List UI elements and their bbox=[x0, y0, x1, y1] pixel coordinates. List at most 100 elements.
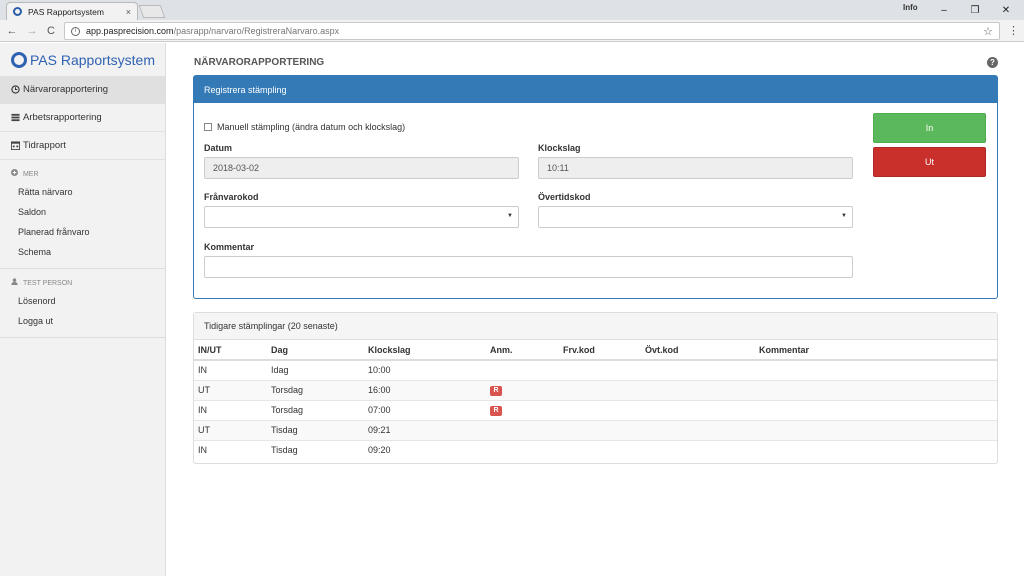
sidebar-item-planerad-franvaro[interactable]: Planerad frånvaro bbox=[0, 222, 165, 242]
cell-absence bbox=[559, 439, 641, 460]
cell-absence bbox=[559, 419, 641, 440]
history-panel: Tidigare stämplingar (20 senaste) IN/UT … bbox=[193, 312, 998, 464]
brand-name: PAS Rapportsystem bbox=[30, 51, 156, 68]
window-user-label[interactable]: Info bbox=[903, 3, 918, 12]
absence-code-select[interactable]: ▼ bbox=[204, 206, 519, 228]
section-label: TEST PERSON bbox=[22, 280, 73, 287]
cell-day: Torsdag bbox=[267, 379, 364, 400]
date-field[interactable]: 2018-03-02 bbox=[204, 157, 519, 179]
restore-button[interactable]: ❐ bbox=[960, 0, 990, 20]
address-bar[interactable]: i app.pasprecision.com/pasrapp/narvaro/R… bbox=[64, 22, 1000, 40]
window-close-button[interactable]: ✕ bbox=[991, 0, 1021, 20]
sidebar-item-label: Tidrapport bbox=[23, 140, 66, 151]
cell-day: Idag bbox=[267, 359, 364, 380]
browser-menu-icon[interactable]: ⋮ bbox=[1008, 24, 1019, 37]
clock-icon bbox=[11, 85, 20, 94]
out-button[interactable]: Ut bbox=[873, 147, 986, 177]
date-label: Datum bbox=[204, 143, 233, 153]
section-label: MER bbox=[22, 171, 39, 178]
sidebar-item-arbetsrapportering[interactable]: Arbetsrapportering bbox=[0, 104, 165, 132]
cell-day: Tisdag bbox=[267, 439, 364, 460]
note-badge: R bbox=[490, 386, 502, 396]
panel-title: Registrera stämpling bbox=[194, 76, 997, 103]
comment-input[interactable] bbox=[204, 256, 853, 278]
absence-code-label: Frånvarokod bbox=[204, 192, 259, 202]
minimize-button[interactable]: – bbox=[929, 0, 959, 20]
chevron-down-icon: ▼ bbox=[507, 213, 513, 219]
brand-logo[interactable]: PAS Rapportsystem bbox=[0, 43, 165, 76]
cell-note: R bbox=[486, 399, 559, 420]
time-label: Klockslag bbox=[538, 143, 581, 153]
cell-comment bbox=[755, 419, 997, 440]
cell-note: R bbox=[486, 379, 559, 400]
back-button[interactable]: ← bbox=[4, 23, 20, 39]
history-table: IN/UT Dag Klockslag Anm. Frv.kod Övt.kod… bbox=[194, 340, 997, 460]
site-favicon-icon bbox=[13, 7, 22, 16]
tab-title: PAS Rapportsystem bbox=[28, 6, 104, 17]
browser-tab[interactable]: PAS Rapportsystem × bbox=[6, 2, 138, 20]
manual-stamp-checkbox[interactable] bbox=[204, 123, 212, 131]
sidebar-item-narvarorapportering[interactable]: Närvarorapportering bbox=[0, 76, 165, 104]
sidebar-item-tidrapport[interactable]: Tidrapport bbox=[0, 132, 165, 160]
user-icon bbox=[11, 278, 20, 287]
cell-overtime bbox=[641, 379, 755, 400]
plus-circle-icon bbox=[11, 169, 20, 178]
cell-overtime bbox=[641, 419, 755, 440]
help-icon[interactable]: ? bbox=[987, 57, 998, 68]
cell-day: Tisdag bbox=[267, 419, 364, 440]
browser-tab-bar: PAS Rapportsystem × Info – ❐ ✕ bbox=[0, 0, 1024, 20]
cell-note bbox=[486, 359, 559, 380]
cell-comment bbox=[755, 399, 997, 420]
cell-overtime bbox=[641, 359, 755, 380]
cell-note bbox=[486, 419, 559, 440]
cell-time: 16:00 bbox=[364, 379, 486, 400]
table-row: IN Tisdag 09:20 bbox=[194, 439, 997, 460]
sidebar-item-saldon[interactable]: Saldon bbox=[0, 202, 165, 222]
sidebar-item-schema[interactable]: Schema bbox=[0, 242, 165, 262]
url-path: /pasrapp/narvaro/RegistreraNarvaro.aspx bbox=[173, 26, 340, 36]
new-tab-button[interactable] bbox=[138, 5, 166, 18]
cell-day: Torsdag bbox=[267, 399, 364, 420]
sidebar-item-label: Arbetsrapportering bbox=[23, 112, 102, 123]
sidebar-item-logga-ut[interactable]: Logga ut bbox=[0, 311, 165, 331]
cell-absence bbox=[559, 379, 641, 400]
cell-inout: IN bbox=[194, 439, 267, 460]
column-header: IN/UT bbox=[194, 340, 267, 361]
sidebar-item-ratta-narvaro[interactable]: Rätta närvaro bbox=[0, 182, 165, 202]
cell-overtime bbox=[641, 439, 755, 460]
cell-time: 09:20 bbox=[364, 439, 486, 460]
table-row: UT Tisdag 09:21 bbox=[194, 419, 997, 440]
in-button[interactable]: In bbox=[873, 113, 986, 143]
sidebar: PAS Rapportsystem Närvarorapportering Ar… bbox=[0, 43, 166, 576]
cell-time: 09:21 bbox=[364, 419, 486, 440]
column-header: Frv.kod bbox=[559, 340, 641, 361]
cell-time: 07:00 bbox=[364, 399, 486, 420]
list-icon bbox=[11, 113, 20, 122]
forward-button[interactable]: → bbox=[24, 23, 40, 39]
comment-label: Kommentar bbox=[204, 242, 255, 252]
tab-close-icon[interactable]: × bbox=[126, 7, 131, 17]
manual-stamp-option[interactable]: Manuell stämpling (ändra datum och klock… bbox=[204, 122, 405, 132]
sidebar-item-losenord[interactable]: Lösenord bbox=[0, 291, 165, 311]
reload-button[interactable]: C bbox=[43, 23, 59, 39]
cell-comment bbox=[755, 439, 997, 460]
cell-inout: IN bbox=[194, 359, 267, 380]
time-field[interactable]: 10:11 bbox=[538, 157, 853, 179]
url-host: app.pasprecision.com bbox=[86, 26, 174, 36]
cell-time: 10:00 bbox=[364, 359, 486, 380]
column-header: Övt.kod bbox=[641, 340, 755, 361]
column-header: Kommentar bbox=[755, 340, 997, 361]
table-row: IN Torsdag 07:00 R bbox=[194, 399, 997, 420]
cell-inout: IN bbox=[194, 399, 267, 420]
url-text[interactable]: app.pasprecision.com/pasrapp/narvaro/Reg… bbox=[86, 26, 983, 36]
pas-logo-icon bbox=[11, 51, 27, 68]
table-row: UT Torsdag 16:00 R bbox=[194, 379, 997, 400]
main-content: NÄRVARORAPPORTERING ? Registrera stämpli… bbox=[166, 43, 1024, 576]
page-title: NÄRVARORAPPORTERING bbox=[194, 57, 325, 68]
bookmark-star-icon[interactable]: ☆ bbox=[983, 25, 993, 38]
browser-toolbar: ← → C i app.pasprecision.com/pasrapp/nar… bbox=[0, 20, 1024, 42]
site-info-icon[interactable]: i bbox=[71, 26, 80, 36]
overtime-code-select[interactable]: ▼ bbox=[538, 206, 853, 228]
column-header: Dag bbox=[267, 340, 364, 361]
time-value: 10:11 bbox=[547, 163, 569, 173]
